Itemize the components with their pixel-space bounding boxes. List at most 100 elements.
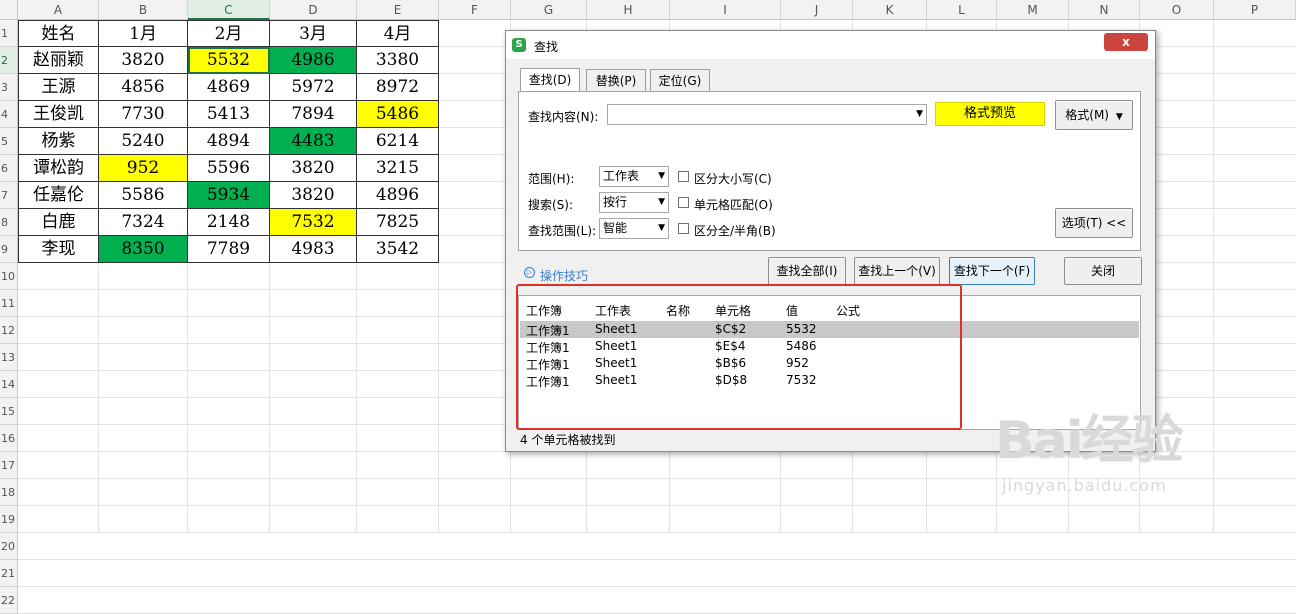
row-header-16[interactable]: 16 <box>0 425 18 452</box>
scope-select[interactable]: 工作表 ▼ <box>599 166 669 187</box>
table-cell[interactable]: 姓名 <box>18 20 99 47</box>
row-header-6[interactable]: 6 <box>0 155 18 182</box>
row-header-21[interactable]: 21 <box>0 560 18 587</box>
table-cell[interactable]: 4894 <box>188 128 270 155</box>
table-cell[interactable]: 7894 <box>270 101 357 128</box>
column-header-b[interactable]: B <box>99 0 188 20</box>
table-cell[interactable]: 7730 <box>99 101 188 128</box>
chevron-down-icon[interactable]: ▼ <box>916 105 923 124</box>
tab-find[interactable]: 查找(D) <box>520 68 580 92</box>
table-cell[interactable]: 952 <box>99 155 188 182</box>
column-header-f[interactable]: F <box>439 0 511 20</box>
table-cell[interactable]: 5934 <box>188 182 270 209</box>
table-cell[interactable]: 赵丽颖 <box>18 47 99 74</box>
table-cell[interactable]: 4869 <box>188 74 270 101</box>
table-cell[interactable]: 2148 <box>188 209 270 236</box>
options-button[interactable]: 选项(T) << <box>1055 208 1133 238</box>
table-cell[interactable]: 6214 <box>357 128 439 155</box>
tab-goto[interactable]: 定位(G) <box>650 69 710 91</box>
table-cell[interactable]: 4986 <box>270 47 357 74</box>
find-next-button[interactable]: 查找下一个(F) <box>949 257 1035 285</box>
column-header-j[interactable]: J <box>781 0 853 20</box>
column-header-o[interactable]: O <box>1140 0 1214 20</box>
table-cell[interactable]: 谭松韵 <box>18 155 99 182</box>
table-cell[interactable]: 5532 <box>188 47 270 74</box>
table-cell[interactable]: 7532 <box>270 209 357 236</box>
column-header-l[interactable]: L <box>927 0 997 20</box>
table-cell[interactable]: 3542 <box>357 236 439 263</box>
table-cell[interactable]: 王俊凯 <box>18 101 99 128</box>
find-input[interactable]: ▼ <box>607 104 927 125</box>
row-header-9[interactable]: 9 <box>0 236 18 263</box>
row-header-14[interactable]: 14 <box>0 371 18 398</box>
table-cell[interactable]: 白鹿 <box>18 209 99 236</box>
table-cell[interactable]: 4983 <box>270 236 357 263</box>
row-header-7[interactable]: 7 <box>0 182 18 209</box>
dialog-titlebar[interactable]: S 查找 x <box>506 31 1155 59</box>
row-header-2[interactable]: 2 <box>0 47 18 74</box>
column-header-h[interactable]: H <box>587 0 670 20</box>
row-header-11[interactable]: 11 <box>0 290 18 317</box>
find-all-button[interactable]: 查找全部(I) <box>768 257 846 285</box>
row-header-12[interactable]: 12 <box>0 317 18 344</box>
column-header-p[interactable]: P <box>1214 0 1296 20</box>
search-select[interactable]: 按行 ▼ <box>599 192 669 213</box>
table-cell[interactable]: 3215 <box>357 155 439 182</box>
table-cell[interactable]: 王源 <box>18 74 99 101</box>
column-header-k[interactable]: K <box>853 0 927 20</box>
table-cell[interactable]: 8972 <box>357 74 439 101</box>
table-cell[interactable]: 4483 <box>270 128 357 155</box>
column-header-n[interactable]: N <box>1069 0 1140 20</box>
table-cell[interactable]: 4月 <box>357 20 439 47</box>
table-cell[interactable]: 4856 <box>99 74 188 101</box>
close-icon[interactable]: x <box>1104 33 1148 51</box>
format-button[interactable]: 格式(M) ▼ <box>1055 100 1133 130</box>
column-header-i[interactable]: I <box>670 0 781 20</box>
table-cell[interactable]: 5486 <box>357 101 439 128</box>
table-cell[interactable]: 1月 <box>99 20 188 47</box>
column-header-g[interactable]: G <box>511 0 587 20</box>
row-header-22[interactable]: 22 <box>0 587 18 614</box>
row-header-1[interactable]: 1 <box>0 20 18 47</box>
table-cell[interactable]: 4896 <box>357 182 439 209</box>
width-checkbox[interactable] <box>678 223 689 234</box>
row-header-8[interactable]: 8 <box>0 209 18 236</box>
table-cell[interactable]: 5586 <box>99 182 188 209</box>
column-header-c[interactable]: C <box>188 0 270 20</box>
column-header-e[interactable]: E <box>357 0 439 20</box>
tips-link[interactable]: ▷ 操作技巧 <box>524 267 588 284</box>
close-button[interactable]: 关闭 <box>1064 257 1142 285</box>
row-header-19[interactable]: 19 <box>0 506 18 533</box>
row-header-4[interactable]: 4 <box>0 101 18 128</box>
table-cell[interactable]: 3月 <box>270 20 357 47</box>
table-cell[interactable]: 7789 <box>188 236 270 263</box>
table-cell[interactable]: 7825 <box>357 209 439 236</box>
find-prev-button[interactable]: 查找上一个(V) <box>854 257 940 285</box>
row-header-18[interactable]: 18 <box>0 479 18 506</box>
case-checkbox[interactable] <box>678 171 689 182</box>
table-cell[interactable]: 3380 <box>357 47 439 74</box>
column-header-a[interactable]: A <box>18 0 99 20</box>
column-header-m[interactable]: M <box>997 0 1069 20</box>
table-cell[interactable]: 3820 <box>270 182 357 209</box>
row-header-15[interactable]: 15 <box>0 398 18 425</box>
row-header-5[interactable]: 5 <box>0 128 18 155</box>
lookin-select[interactable]: 智能 ▼ <box>599 218 669 239</box>
table-cell[interactable]: 5413 <box>188 101 270 128</box>
table-cell[interactable]: 3820 <box>99 47 188 74</box>
table-cell[interactable]: 5596 <box>188 155 270 182</box>
cell-match-checkbox[interactable] <box>678 197 689 208</box>
table-cell[interactable]: 5240 <box>99 128 188 155</box>
row-header-3[interactable]: 3 <box>0 74 18 101</box>
column-header-d[interactable]: D <box>270 0 357 20</box>
table-cell[interactable]: 杨紫 <box>18 128 99 155</box>
table-cell[interactable]: 8350 <box>99 236 188 263</box>
tab-replace[interactable]: 替换(P) <box>586 69 646 91</box>
row-header-10[interactable]: 10 <box>0 263 18 290</box>
table-cell[interactable]: 2月 <box>188 20 270 47</box>
table-cell[interactable]: 7324 <box>99 209 188 236</box>
select-all-corner[interactable] <box>0 0 18 20</box>
table-cell[interactable]: 3820 <box>270 155 357 182</box>
table-cell[interactable]: 5972 <box>270 74 357 101</box>
table-cell[interactable]: 任嘉伦 <box>18 182 99 209</box>
